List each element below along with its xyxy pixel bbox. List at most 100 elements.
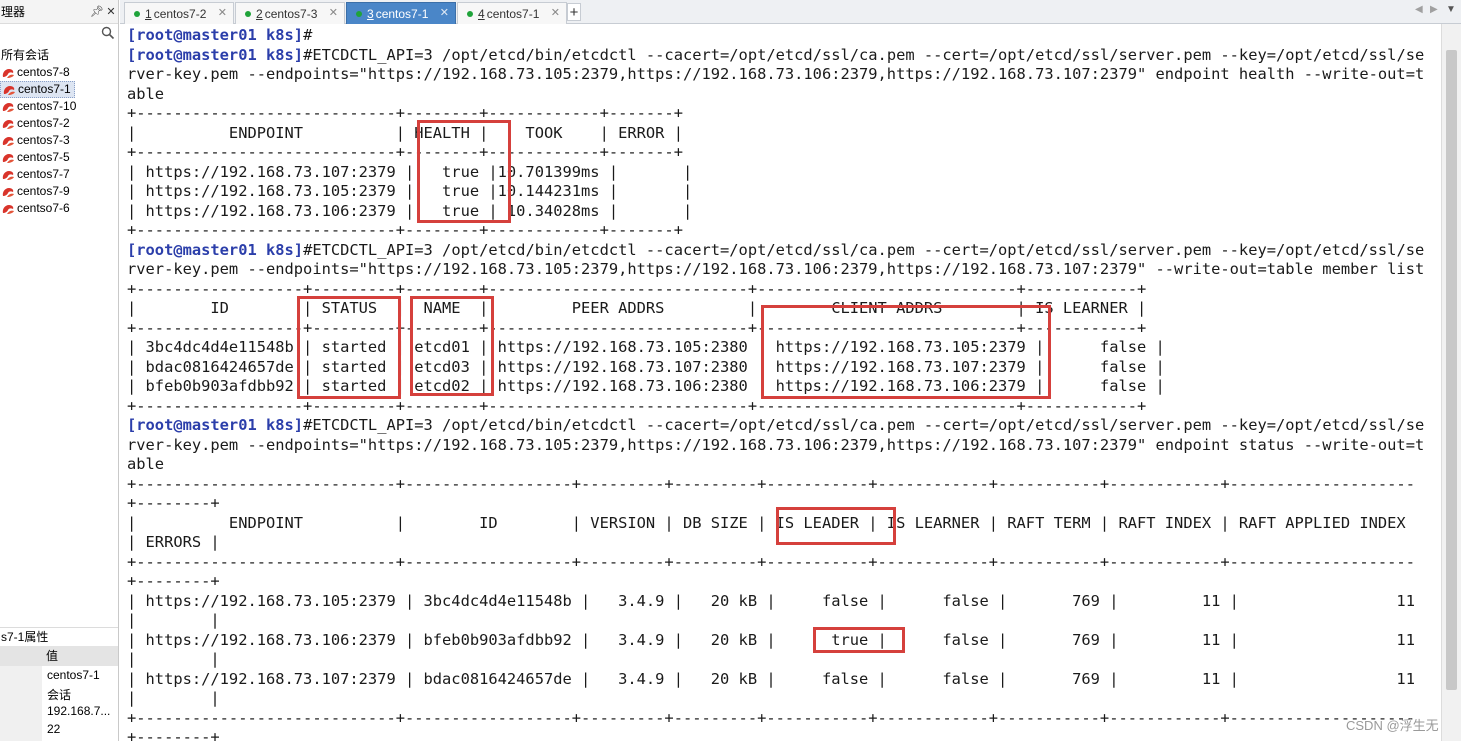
terminal-line: | https://192.168.73.105:2379 | true |10…	[127, 182, 692, 200]
terminal-line-text: +--------+	[127, 494, 220, 512]
property-value: 22	[47, 722, 61, 736]
highlight-name-column	[410, 296, 494, 396]
terminal-line: rver-key.pem --endpoints="https://192.16…	[127, 65, 1424, 83]
terminal-scrollbar[interactable]	[1441, 24, 1461, 741]
session-icon	[2, 170, 14, 180]
property-value: centos7-1	[47, 668, 100, 682]
terminal-line-text: | ERRORS |	[127, 533, 220, 551]
terminal-line-text: +----------------------------+----------…	[127, 708, 1415, 727]
connected-status-icon	[245, 10, 251, 17]
terminal-line-text: +--------+	[127, 728, 220, 741]
session-item[interactable]: centos7-5	[0, 149, 118, 166]
terminal-line-text: | https://192.168.73.106:2379 | true | 1…	[127, 201, 693, 220]
tab-close-icon[interactable]: ✕	[329, 6, 338, 19]
terminal-line-text: +--------+	[127, 572, 220, 590]
tab-2[interactable]: 2 centos7-3 ✕	[235, 2, 345, 24]
tab-4[interactable]: 4 centos7-1 ✕	[457, 2, 567, 24]
tab-number: 2	[256, 6, 263, 21]
session-icon	[2, 136, 14, 146]
terminal-line: | https://192.168.73.105:2379 | 3bc4dc4d…	[127, 592, 1415, 610]
terminal-line: | ENDPOINT | HEALTH | TOOK | ERROR |	[127, 124, 683, 142]
session-manager-panel: 理器 📌︎ ✕ 所有会话 centos7-8 centos7-1 centos7-1…	[0, 0, 119, 741]
session-item[interactable]: centos7-9	[0, 183, 118, 200]
connected-status-icon	[467, 10, 473, 17]
tab-label: centos7-2	[153, 6, 207, 21]
terminal-line: | |	[127, 689, 220, 707]
close-icon[interactable]: ✕	[104, 5, 118, 18]
tab-list-dropdown-icon[interactable]: ▼	[1446, 4, 1456, 15]
session-icon	[2, 153, 14, 163]
terminal-line-text: | ENDPOINT | ID | VERSION | DB SIZE | IS…	[127, 513, 1406, 532]
terminal-line-text: +----------------------------+--------+-…	[127, 104, 683, 122]
session-label: centos7-8	[17, 65, 70, 79]
terminal-line: rver-key.pem --endpoints="https://192.16…	[127, 260, 1424, 278]
terminal-line-text: +----------------------------+----------…	[127, 552, 1415, 571]
terminal-line: | ERRORS |	[127, 533, 220, 551]
connected-status-icon	[356, 10, 362, 17]
session-item[interactable]: centos7-10	[0, 98, 118, 115]
terminal-line-text: able	[127, 455, 165, 473]
shell-prompt: [root@master01 k8s]	[127, 26, 304, 44]
session-icon	[2, 204, 14, 214]
properties-header: 值	[0, 646, 118, 666]
terminal-line: | |	[127, 650, 220, 668]
terminal-line: +----------------------------+----------…	[127, 475, 1415, 493]
tab-1[interactable]: 1 centos7-2 ✕	[124, 2, 234, 24]
terminal-line: [root@master01 k8s]#ETCDCTL_API=3 /opt/e…	[127, 241, 1424, 259]
tab-scroll-right-icon[interactable]: ▶	[1430, 4, 1438, 15]
property-value: 会话	[47, 688, 72, 702]
shell-prompt: [root@master01 k8s]	[127, 240, 304, 259]
session-item[interactable]: centos7-8	[0, 64, 118, 81]
terminal-line: +--------+	[127, 572, 220, 590]
highlight-health-column	[417, 120, 511, 223]
terminal-output[interactable]: [root@master01 k8s]# [root@master01 k8s]…	[121, 24, 1441, 741]
terminal-line-text: #ETCDCTL_API=3 /opt/etcd/bin/etcdctl --c…	[303, 416, 1425, 434]
terminal-line-text: rver-key.pem --endpoints="https://192.16…	[127, 435, 1425, 454]
session-item[interactable]: centso7-6	[0, 200, 118, 217]
search-icon[interactable]	[101, 26, 115, 40]
session-item[interactable]: centos7-7	[0, 166, 118, 183]
tab-3[interactable]: 3 centos7-1 ✕	[346, 2, 456, 24]
highlight-client-addrs-column	[761, 305, 1051, 399]
session-label: centos7-2	[17, 116, 70, 130]
property-value: 192.168.7...	[47, 704, 111, 718]
terminal-line: +----------------------------+----------…	[127, 553, 1415, 571]
properties-title: s7-1属性	[0, 627, 118, 645]
highlight-status-column	[297, 296, 401, 399]
tab-number: 3	[367, 6, 374, 21]
terminal-line: able	[127, 85, 164, 103]
session-manager-header: 理器 📌︎ ✕	[0, 0, 118, 24]
session-icon	[2, 187, 14, 197]
shell-prompt: [root@master01 k8s]	[127, 45, 304, 64]
terminal-line-text: | https://192.168.73.105:2379 | true |10…	[127, 182, 693, 200]
value-column-header: 值	[46, 649, 59, 663]
tab-close-icon[interactable]: ✕	[218, 6, 227, 19]
tab-close-icon[interactable]: ✕	[440, 6, 449, 19]
tab-number: 1	[145, 6, 152, 21]
tab-close-icon[interactable]: ✕	[551, 6, 560, 19]
session-label: centos7-10	[17, 99, 77, 113]
terminal-line: [root@master01 k8s]#	[127, 26, 312, 44]
pin-icon[interactable]: 📌︎	[90, 5, 104, 18]
session-item[interactable]: centos7-2	[0, 115, 118, 132]
terminal-line: able	[127, 455, 164, 473]
session-item[interactable]: centos7-3	[0, 132, 118, 149]
tab-label: centos7-1	[375, 6, 429, 21]
terminal-line-text: | https://192.168.73.106:2379 | bfeb0b90…	[127, 630, 1415, 649]
tab-scroll-left-icon[interactable]: ◀	[1415, 4, 1423, 15]
terminal-line: +----------------------------+--------+-…	[127, 143, 683, 161]
session-list: centos7-8 centos7-1 centos7-10 centos7-2 cen…	[0, 64, 118, 217]
terminal-line-text: #ETCDCTL_API=3 /opt/etcd/bin/etcdctl --c…	[303, 45, 1425, 64]
session-item[interactable]: centos7-1	[0, 81, 75, 98]
terminal-line-text: able	[127, 84, 165, 103]
terminal-line-text: | https://192.168.73.105:2379 | 3bc4dc4d…	[127, 591, 1415, 610]
terminal-line: +----------------------------+--------+-…	[127, 221, 683, 239]
scrollbar-thumb[interactable]	[1446, 50, 1457, 690]
new-tab-button[interactable]: +	[567, 3, 581, 21]
session-label: centso7-6	[17, 201, 70, 215]
session-search[interactable]	[0, 24, 118, 45]
highlight-leader-true	[813, 627, 905, 653]
terminal-line: +----------------------------+--------+-…	[127, 104, 683, 122]
terminal-line-text: rver-key.pem --endpoints="https://192.16…	[127, 260, 1425, 278]
terminal-line: | https://192.168.73.106:2379 | true | 1…	[127, 202, 692, 220]
